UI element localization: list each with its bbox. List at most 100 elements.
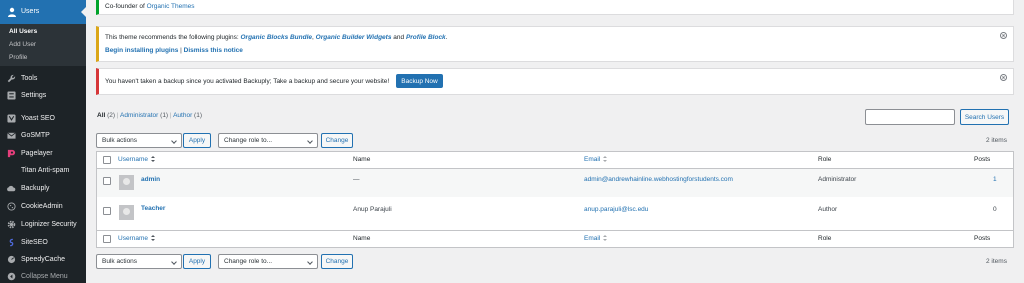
settings-icon — [6, 91, 16, 101]
items-count: 2 items — [986, 137, 1007, 144]
column-username[interactable]: Username — [118, 235, 156, 242]
sidebar-item-users[interactable]: Users — [0, 0, 86, 24]
sidebar-item-cookieadmin[interactable]: CookieAdmin — [0, 198, 86, 215]
search-users-input[interactable] — [865, 109, 955, 125]
avatar — [119, 175, 134, 190]
sidebar-item-pagelayer[interactable]: Pagelayer — [0, 145, 86, 162]
avatar — [119, 205, 134, 220]
cofounder-text: Co-founder of — [105, 3, 145, 10]
filter-all[interactable]: All — [97, 112, 105, 119]
chevron-down-icon — [307, 259, 313, 265]
change-role-select[interactable]: Change role to... — [218, 133, 318, 148]
submenu-add-user[interactable]: Add User — [9, 41, 36, 48]
filter-administrator[interactable]: Administrator — [120, 112, 158, 119]
backup-notice: You haven't taken a backup since you act… — [96, 68, 1014, 95]
bulk-actions-select-bottom[interactable]: Bulk actions — [96, 254, 182, 269]
column-posts: Posts — [974, 156, 991, 163]
sidebar-item-tools[interactable]: Tools — [0, 70, 86, 87]
sort-icon — [603, 235, 608, 241]
role-filter-links: All (2) | Administrator (1) | Author (1) — [97, 112, 202, 119]
column-email[interactable]: Email — [584, 235, 608, 242]
user-name: Anup Parajuli — [353, 206, 392, 213]
column-role: Role — [818, 235, 832, 242]
sort-icon — [603, 156, 608, 162]
change-role-button[interactable]: Change — [321, 133, 353, 148]
cofounder-notice: Co-founder of Organic Themes — [96, 0, 1014, 15]
sort-icon — [150, 156, 156, 162]
sidebar-item-gosmtp[interactable]: GoSMTP — [0, 127, 86, 144]
user-role: Author — [818, 206, 838, 213]
apply-button[interactable]: Apply — [183, 133, 211, 148]
column-name: Name — [353, 156, 371, 163]
pagelayer-icon — [6, 149, 16, 159]
sort-icon — [150, 235, 156, 241]
speed-icon — [6, 255, 16, 265]
wrench-icon — [6, 74, 16, 84]
dismiss-icon[interactable] — [1000, 32, 1007, 39]
username-link[interactable]: admin — [141, 176, 160, 183]
select-all-checkbox[interactable] — [103, 156, 111, 164]
submenu-profile[interactable]: Profile — [9, 54, 27, 61]
user-role: Administrator — [818, 176, 857, 183]
plugins-notice-text: This theme recommends the following plug… — [105, 34, 239, 41]
search-users-button[interactable]: Search Users — [960, 109, 1009, 125]
sidebar-item-titan-anti-spam[interactable]: Titan Anti-spam — [0, 162, 86, 179]
sidebar-item-label: Users — [21, 8, 40, 15]
change-role-button-bottom[interactable]: Change — [321, 254, 353, 269]
column-username[interactable]: Username — [118, 156, 156, 163]
row-checkbox[interactable] — [103, 177, 111, 185]
apply-button-bottom[interactable]: Apply — [183, 254, 211, 269]
gear-icon — [6, 220, 16, 230]
chevron-down-icon — [171, 138, 177, 144]
siteseo-icon — [6, 238, 16, 248]
table-row: admin — admin@andrewhainline.webhostingf… — [97, 169, 1013, 197]
row-checkbox[interactable] — [103, 207, 111, 215]
username-link[interactable]: Teacher — [141, 205, 165, 212]
plugin-link-organic-blocks-bundle[interactable]: Organic Blocks Bundle — [241, 34, 313, 41]
begin-installing-plugins-link[interactable]: Begin installing plugins — [105, 47, 178, 54]
column-role: Role — [818, 156, 832, 163]
users-table: Username Name Email Role Posts admin — a… — [96, 151, 1014, 248]
column-name: Name — [353, 235, 371, 242]
plugins-notice: This theme recommends the following plug… — [96, 26, 1014, 62]
dismiss-icon[interactable] — [1000, 74, 1007, 81]
users-icon — [7, 7, 17, 17]
yoast-icon — [6, 114, 16, 124]
organic-themes-link[interactable]: Organic Themes — [147, 3, 195, 10]
sidebar-item-speedycache[interactable]: SpeedyCache — [0, 251, 86, 268]
cloud-icon — [6, 184, 16, 194]
column-posts: Posts — [974, 235, 991, 242]
table-row: Teacher Anup Parajuli anup.parajuli@lsc.… — [97, 197, 1013, 230]
filter-author[interactable]: Author — [173, 112, 192, 119]
dismiss-this-notice-link[interactable]: Dismiss this notice — [184, 47, 243, 54]
chevron-down-icon — [171, 259, 177, 265]
user-posts-link[interactable]: 1 — [993, 176, 997, 183]
table-header: Username Name Email Role Posts — [97, 152, 1013, 169]
user-posts: 0 — [993, 206, 997, 213]
plugin-link-profile-block[interactable]: Profile Block — [406, 34, 446, 41]
user-email-link[interactable]: admin@andrewhainline.webhostingforstuden… — [584, 176, 733, 183]
admin-sidebar: Users All Users Add User Profile Tools S… — [0, 0, 86, 283]
sidebar-item-siteseo[interactable]: SiteSEO — [0, 234, 86, 251]
backup-now-button[interactable]: Backup Now — [396, 74, 443, 88]
change-role-select-bottom[interactable]: Change role to... — [218, 254, 318, 269]
sidebar-item-loginizer-security[interactable]: Loginizer Security — [0, 216, 86, 233]
user-email-link[interactable]: anup.parajuli@lsc.edu — [584, 206, 648, 213]
chevron-down-icon — [307, 138, 313, 144]
backup-notice-text: You haven't taken a backup since you act… — [105, 78, 390, 85]
collapse-icon — [6, 272, 16, 282]
submenu-all-users[interactable]: All Users — [9, 28, 37, 35]
items-count-bottom: 2 items — [986, 258, 1007, 265]
sidebar-item-settings[interactable]: Settings — [0, 87, 86, 104]
plugin-link-organic-builder-widgets[interactable]: Organic Builder Widgets — [316, 34, 392, 41]
column-email[interactable]: Email — [584, 156, 608, 163]
select-all-checkbox[interactable] — [103, 235, 111, 243]
user-name: — — [353, 176, 360, 183]
bulk-actions-select[interactable]: Bulk actions — [96, 133, 182, 148]
mail-icon — [6, 131, 16, 141]
sidebar-item-backuply[interactable]: Backuply — [0, 180, 86, 197]
users-submenu: All Users Add User Profile — [0, 24, 86, 66]
main-content: Co-founder of Organic Themes This theme … — [86, 0, 1024, 283]
collapse-menu-button[interactable]: Collapse Menu — [0, 268, 86, 283]
sidebar-item-yoast-seo[interactable]: Yoast SEO — [0, 110, 86, 127]
